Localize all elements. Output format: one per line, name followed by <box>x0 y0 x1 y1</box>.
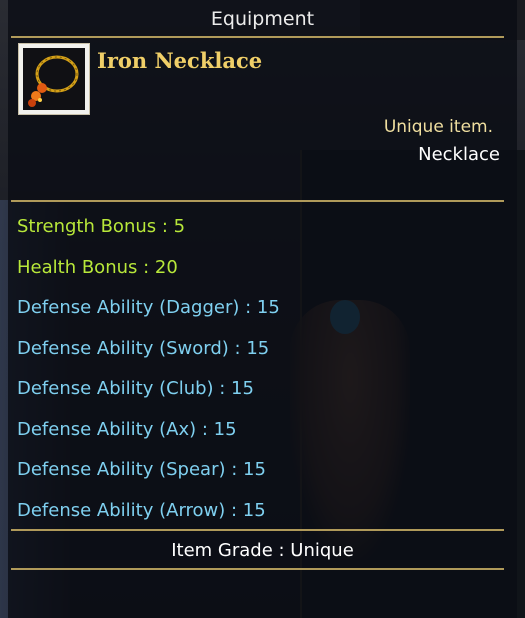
stat-defense-dagger: Defense Ability (Dagger) : 15 <box>17 297 280 318</box>
item-icon-frame <box>18 43 90 115</box>
tooltip-title: Equipment <box>210 8 315 30</box>
item-slot-label: Necklace <box>418 144 500 165</box>
stat-health-bonus: Health Bonus : 20 <box>17 257 178 278</box>
stat-defense-club: Defense Ability (Club) : 15 <box>17 378 254 399</box>
stat-defense-spear: Defense Ability (Spear) : 15 <box>17 459 266 480</box>
item-grade: Item Grade : Unique <box>171 540 354 561</box>
stat-defense-arrow: Defense Ability (Arrow) : 15 <box>17 500 266 521</box>
grade-divider-top <box>11 529 504 531</box>
item-tooltip: Equipment Iron Necklace Unique item. Nec… <box>8 0 517 618</box>
necklace-icon <box>23 48 85 110</box>
stat-strength-bonus: Strength Bonus : 5 <box>17 216 186 237</box>
tooltip-title-bar: Equipment <box>8 4 517 34</box>
item-name: Iron Necklace <box>97 48 263 73</box>
header-divider <box>11 200 504 202</box>
item-rarity-label: Unique item. <box>383 117 493 137</box>
grade-divider-bottom <box>11 568 504 570</box>
stat-defense-sword: Defense Ability (Sword) : 15 <box>17 338 270 359</box>
title-divider <box>11 36 504 38</box>
stat-defense-ax: Defense Ability (Ax) : 15 <box>17 419 237 440</box>
